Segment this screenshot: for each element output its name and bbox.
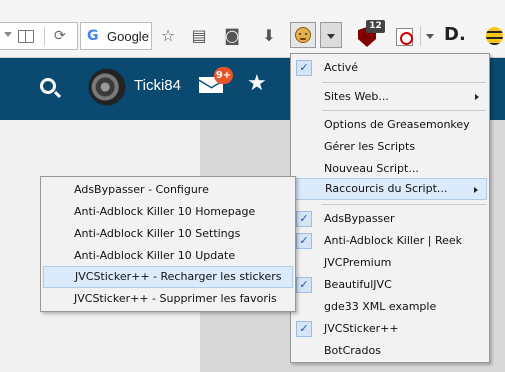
menu-item-label: Activé <box>324 61 359 74</box>
reading-list-icon[interactable]: ▤ <box>187 24 211 48</box>
url-bar[interactable]: ⟳ <box>0 22 78 50</box>
menu-item-label: JVCSticker++ <box>324 322 399 335</box>
menu-item-script-gde33-xml-example[interactable]: gde33 XML example <box>293 296 487 318</box>
url-history-dropdown-icon[interactable] <box>4 32 12 37</box>
menu-separator <box>322 110 486 111</box>
menu-item-script-jvcpremium[interactable]: JVCPremium <box>293 252 487 274</box>
checkmark-icon: ✓ <box>296 211 312 227</box>
submenu-arrow-icon <box>474 187 478 193</box>
menu-item-label: Gérer les Scripts <box>324 140 416 153</box>
google-icon: G <box>87 28 99 44</box>
menu-item-label: Nouveau Script... <box>324 162 419 175</box>
menu-item-label: BotCrados <box>324 344 381 357</box>
menu-item-label: Anti-Adblock Killer 10 Settings <box>74 227 241 240</box>
menu-item-script-anti-adblock-killer[interactable]: ✓ Anti-Adblock Killer | Reek <box>293 230 487 252</box>
menu-item-active[interactable]: ✓ Activé <box>293 57 487 79</box>
submenu-item-aak-homepage[interactable]: Anti-Adblock Killer 10 Homepage <box>43 201 293 223</box>
script-shortcuts-submenu: AdsBypasser - Configure Anti-Adblock Kil… <box>40 176 296 312</box>
favorites-star-icon[interactable]: ★ <box>247 71 267 97</box>
pdf-blocker-icon[interactable] <box>396 28 413 46</box>
menu-item-sites-web[interactable]: Sites Web... <box>293 86 487 108</box>
submenu-item-aak-settings[interactable]: Anti-Adblock Killer 10 Settings <box>43 223 293 245</box>
submenu-item-jvcsticker-reload[interactable]: JVCSticker++ - Recharger les stickers <box>43 266 293 288</box>
reload-icon[interactable]: ⟳ <box>54 29 66 43</box>
menu-item-greasemonkey-options[interactable]: Options de Greasemonkey <box>293 114 487 136</box>
menu-separator <box>322 82 486 83</box>
menu-item-label: Anti-Adblock Killer 10 Homepage <box>74 205 256 218</box>
checkmark-icon: ✓ <box>296 277 312 293</box>
d-logo-icon[interactable]: D. <box>444 24 466 46</box>
notifications-badge: 9+ <box>214 67 233 84</box>
browser-toolbar: ⟳ G Google ☆ ▤ ◙ ⬇ 12 D. <box>0 0 505 58</box>
menu-item-script-adsbypasser[interactable]: ✓ AdsBypasser <box>293 208 487 230</box>
downloads-icon[interactable]: ⬇ <box>257 24 281 48</box>
menu-item-script-jvcsticker[interactable]: ✓ JVCSticker++ <box>293 318 487 340</box>
menu-item-label: gde33 XML example <box>324 300 437 313</box>
submenu-item-adsbypasser-configure[interactable]: AdsBypasser - Configure <box>43 179 293 201</box>
menu-item-label: Raccourcis du Script... <box>325 182 448 195</box>
menu-item-script-shortcuts[interactable]: Raccourcis du Script... <box>293 178 487 200</box>
greasemonkey-menu: ✓ Activé Sites Web... Options de Greasem… <box>290 53 490 363</box>
overflow-chevron-icon[interactable] <box>426 34 434 39</box>
submenu-item-jvcsticker-clear-favorites[interactable]: JVCSticker++ - Supprimer les favoris <box>43 288 293 310</box>
greasemonkey-button[interactable] <box>290 22 316 48</box>
menu-item-label: BeautifulJVC <box>324 278 392 291</box>
checkmark-icon: ✓ <box>296 233 312 249</box>
bookmark-star-icon[interactable]: ☆ <box>156 24 180 48</box>
menu-item-script-beautifuljvc[interactable]: ✓ BeautifulJVC <box>293 274 487 296</box>
submenu-item-aak-update[interactable]: Anti-Adblock Killer 10 Update <box>43 245 293 267</box>
menu-item-new-script[interactable]: Nouveau Script... <box>293 158 487 180</box>
menu-item-label: JVCSticker++ - Recharger les stickers <box>75 270 282 283</box>
chevron-down-icon <box>327 34 335 39</box>
checkmark-icon: ✓ <box>296 321 312 337</box>
menu-item-label: AdsBypasser <box>324 212 395 225</box>
checkmark-icon: ✓ <box>296 60 312 76</box>
reader-view-icon[interactable] <box>18 30 34 43</box>
menu-item-label: Anti-Adblock Killer | Reek <box>324 234 463 247</box>
bee-icon[interactable] <box>486 27 503 45</box>
pocket-icon[interactable]: ◙ <box>220 24 244 48</box>
menu-item-label: AdsBypasser - Configure <box>74 183 209 196</box>
menu-separator <box>322 204 486 205</box>
url-bar-divider <box>44 27 45 46</box>
search-engine-label: Google <box>107 29 149 44</box>
menu-item-label: Options de Greasemonkey <box>324 118 470 131</box>
menu-item-label: Sites Web... <box>324 90 389 103</box>
avatar[interactable] <box>88 68 126 106</box>
menu-item-script-botcrados[interactable]: BotCrados <box>293 340 487 362</box>
ublock-count-badge: 12 <box>366 20 385 33</box>
greasemonkey-icon <box>295 27 311 43</box>
menu-item-label: JVCPremium <box>324 256 392 269</box>
search-bar[interactable]: G Google <box>80 22 152 50</box>
toolbar-divider <box>420 26 421 46</box>
search-icon[interactable] <box>40 78 56 94</box>
menu-item-label: JVCSticker++ - Supprimer les favoris <box>74 292 277 305</box>
greasemonkey-dropdown-button[interactable] <box>320 22 342 48</box>
menu-item-label: Anti-Adblock Killer 10 Update <box>74 249 236 262</box>
username[interactable]: Ticki84 <box>134 77 181 94</box>
menu-item-manage-scripts[interactable]: Gérer les Scripts <box>293 136 487 158</box>
submenu-arrow-icon <box>475 94 479 100</box>
